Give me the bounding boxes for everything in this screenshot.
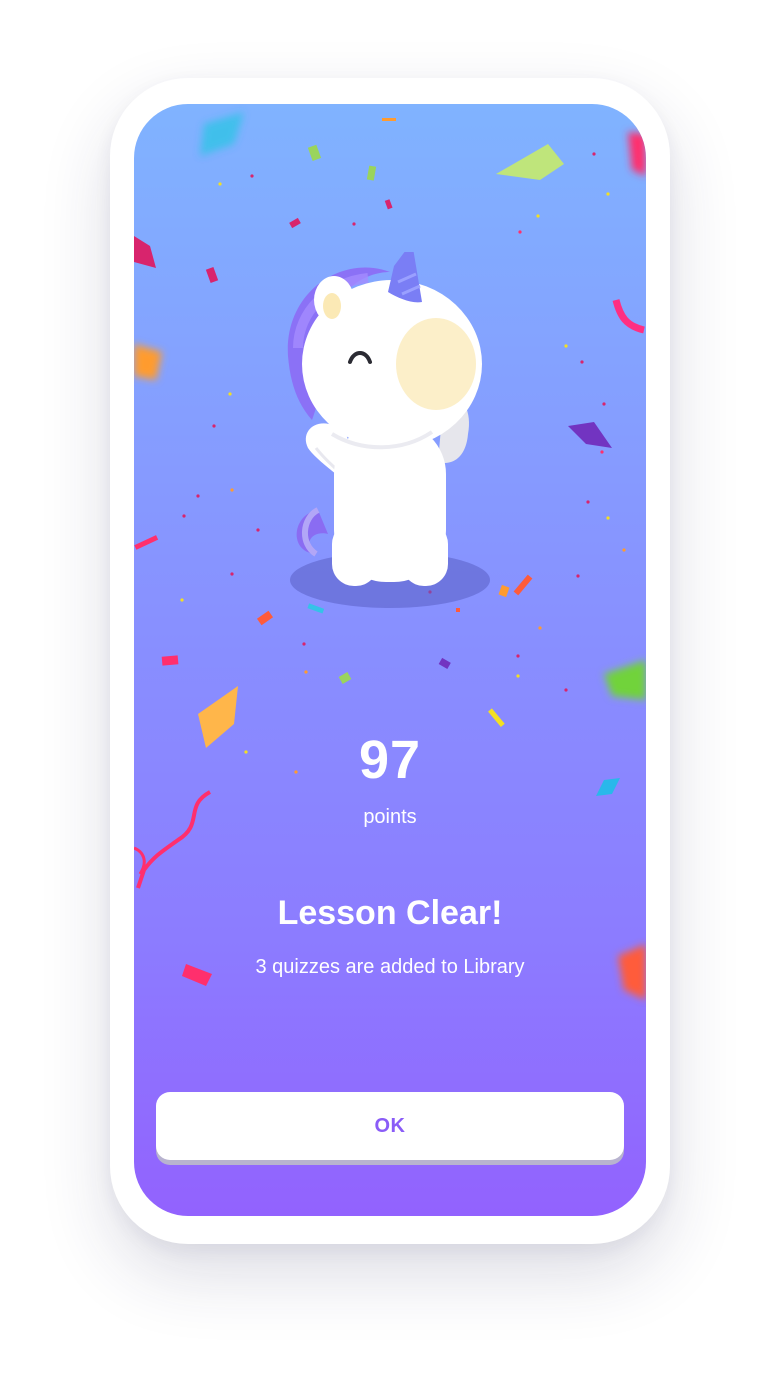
result-message: 3 quizzes are added to Library	[255, 956, 525, 978]
score-unit-label: points	[363, 806, 417, 828]
unicorn-icon	[287, 252, 490, 608]
score-value: 97	[358, 730, 422, 790]
result-title: Lesson Clear!	[277, 894, 503, 932]
lesson-complete-screen: 97 points Lesson Clear! 3 quizzes are ad…	[134, 104, 646, 1216]
ok-button[interactable]: OK	[156, 1092, 624, 1160]
